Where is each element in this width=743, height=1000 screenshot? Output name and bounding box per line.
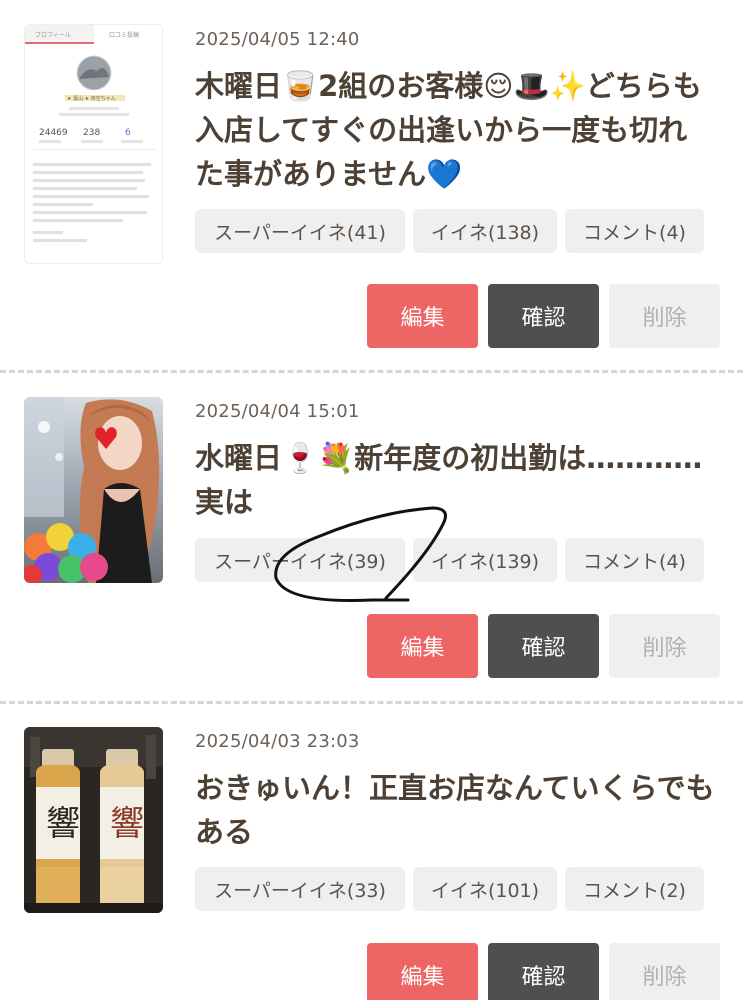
post-title[interactable]: 水曜日🍷💐新年度の初出勤は…………実は (195, 436, 715, 524)
thumb-tab-reviews: 口コミ投稿 (109, 31, 139, 39)
like-count-badge[interactable]: イイネ(139) (413, 538, 557, 582)
svg-text:響: 響 (110, 804, 144, 844)
post-title[interactable]: 木曜日🥃2組のお客様😌🎩✨どちらも入店してすぐの出逢いから一度も切れた事がありま… (195, 64, 715, 196)
post-thumbnail[interactable]: プロフィール 口コミ投稿 ★ 葉山 ★ 夜空ちゃん 24469 238 6 (24, 24, 163, 264)
thumb-stat-3: 6 (125, 128, 131, 138)
whisky-bottles-photo-icon: 響 響 (24, 727, 163, 913)
delete-button[interactable]: 削除 (609, 284, 720, 348)
like-count-badge[interactable]: イイネ(101) (413, 867, 557, 911)
super-like-count-badge[interactable]: スーパーイイネ(39) (195, 538, 405, 582)
edit-button[interactable]: 編集 (367, 614, 478, 678)
thumb-tab-profile: プロフィール (35, 32, 71, 39)
post-item: 響 響 2025/04/03 23:03 おきゅいん！正直お店なんていくらでもあ… (0, 704, 743, 1000)
super-like-count-badge[interactable]: スーパーイイネ(33) (195, 867, 405, 911)
confirm-button[interactable]: 確認 (488, 284, 599, 348)
thumb-name: ★ 葉山 ★ 夜空ちゃん (67, 95, 116, 102)
post-item: プロフィール 口コミ投稿 ★ 葉山 ★ 夜空ちゃん 24469 238 6 20… (0, 0, 743, 370)
confirm-button[interactable]: 確認 (488, 943, 599, 1000)
like-count-badge[interactable]: イイネ(138) (413, 209, 557, 253)
thumb-stat-2: 238 (83, 128, 100, 138)
post-date: 2025/04/03 23:03 (195, 731, 360, 752)
post-date: 2025/04/04 15:01 (195, 401, 360, 422)
edit-button[interactable]: 編集 (367, 284, 478, 348)
post-thumbnail[interactable]: 響 響 (24, 727, 163, 913)
comment-count-badge[interactable]: コメント(2) (565, 867, 704, 911)
profile-screenshot-icon: プロフィール 口コミ投稿 ★ 葉山 ★ 夜空ちゃん 24469 238 6 (25, 25, 162, 263)
super-like-count-badge[interactable]: スーパーイイネ(41) (195, 209, 405, 253)
post-title[interactable]: おきゅいん！正直お店なんていくらでもある (195, 766, 715, 854)
thumb-stat-1: 24469 (39, 128, 68, 138)
edit-button[interactable]: 編集 (367, 943, 478, 1000)
confirm-button[interactable]: 確認 (488, 614, 599, 678)
comment-count-badge[interactable]: コメント(4) (565, 209, 704, 253)
post-thumbnail[interactable] (24, 397, 163, 583)
delete-button[interactable]: 削除 (609, 614, 720, 678)
comment-count-badge[interactable]: コメント(4) (565, 538, 704, 582)
svg-text:響: 響 (46, 804, 80, 844)
post-item: 2025/04/04 15:01 水曜日🍷💐新年度の初出勤は…………実は スーパ… (0, 372, 743, 702)
woman-with-flowers-photo-icon (24, 397, 163, 583)
blog-post-feed: プロフィール 口コミ投稿 ★ 葉山 ★ 夜空ちゃん 24469 238 6 20… (0, 0, 743, 1000)
delete-button[interactable]: 削除 (609, 943, 720, 1000)
post-date: 2025/04/05 12:40 (195, 29, 360, 50)
